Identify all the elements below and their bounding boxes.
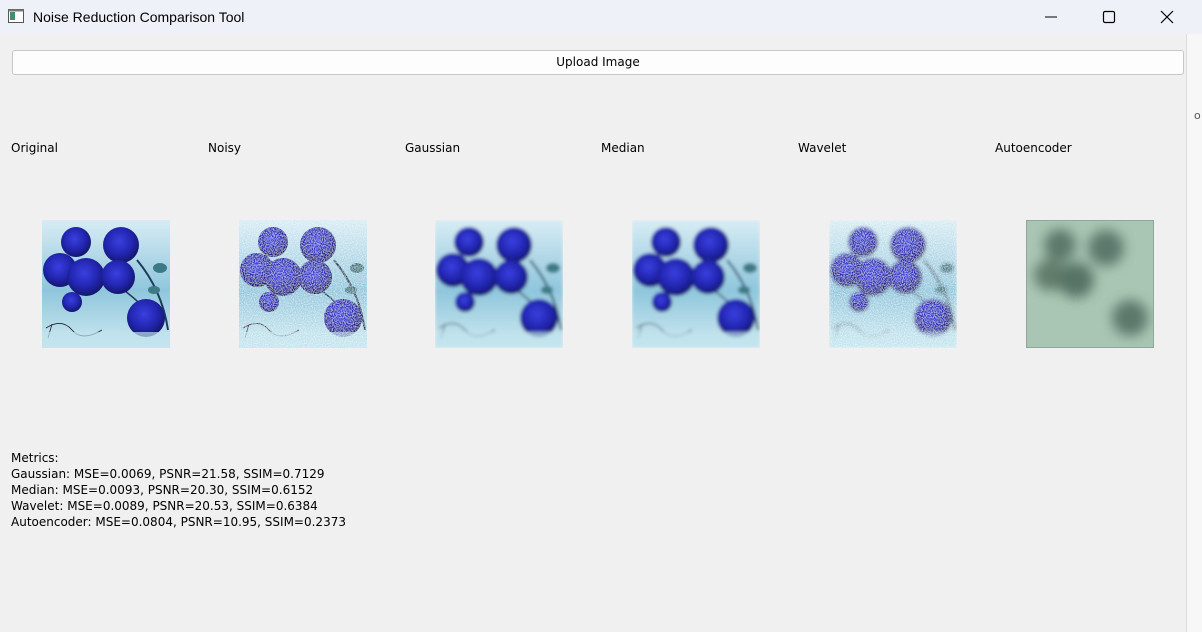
panel-label-noisy: Noisy [208,141,242,155]
app-window-icon [8,9,24,23]
panel-label-median: Median [601,141,645,155]
metrics-heading: Metrics: [11,451,59,465]
image-autoencoder [1026,220,1154,348]
image-median [632,220,760,348]
metrics-line-autoencoder: Autoencoder: MSE=0.0804, PSNR=10.95, SSI… [11,515,346,529]
upload-image-button[interactable]: Upload Image [12,50,1184,75]
title-bar: Noise Reduction Comparison Tool [0,0,1202,34]
metrics-panel: Metrics: Gaussian: MSE=0.0069, PSNR=21.5… [11,450,346,530]
maximize-button[interactable] [1080,0,1138,34]
close-button[interactable] [1138,0,1196,34]
metrics-line-median: Median: MSE=0.0093, PSNR=20.30, SSIM=0.6… [11,483,314,497]
close-icon [1160,10,1174,24]
image-noisy [239,220,367,348]
panel-label-autoencoder: Autoencoder [995,141,1072,155]
window-title: Noise Reduction Comparison Tool [33,9,245,25]
panel-label-wavelet: Wavelet [798,141,847,155]
background-window-edge [1186,34,1202,632]
metrics-line-wavelet: Wavelet: MSE=0.0089, PSNR=20.53, SSIM=0.… [11,499,318,513]
maximize-icon [1102,10,1116,24]
minimize-icon [1045,16,1057,18]
image-wavelet [829,220,957,348]
panel-label-gaussian: Gaussian [405,141,461,155]
image-original [42,220,170,348]
metrics-line-gaussian: Gaussian: MSE=0.0069, PSNR=21.58, SSIM=0… [11,467,325,481]
minimize-button[interactable] [1022,0,1080,34]
panel-label-original: Original [11,141,58,155]
background-window-glyph: o [1194,109,1201,122]
image-gaussian [435,220,563,348]
